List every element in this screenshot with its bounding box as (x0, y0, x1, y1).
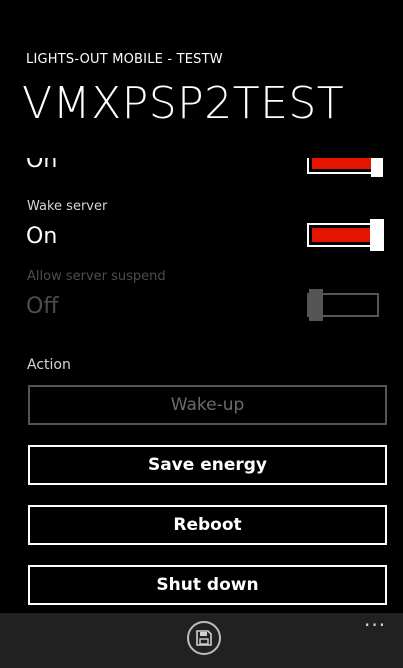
allow-suspend-value: Off (26, 294, 59, 319)
allow-suspend-toggle[interactable] (307, 289, 385, 321)
toggle-track (307, 223, 379, 247)
toggle-switch-partial[interactable] (307, 158, 385, 183)
toggle-fill (312, 158, 372, 169)
toggle-fill (312, 228, 374, 242)
floppy-disk-icon (196, 630, 212, 646)
toggle-thumb (370, 219, 384, 251)
wake-server-value: On (26, 224, 58, 249)
allow-suspend-label: Allow server suspend (27, 269, 166, 284)
app-label: LIGHTS-OUT MOBILE - TESTW (26, 52, 223, 67)
wake-server-label: Wake server (27, 199, 108, 214)
page-title: VMXPSP2TEST (22, 78, 345, 129)
save-energy-button[interactable]: Save energy (28, 445, 387, 485)
wake-server-toggle[interactable] (307, 219, 385, 251)
setting-value-partial: On (26, 158, 57, 178)
shut-down-button[interactable]: Shut down (28, 565, 387, 605)
toggle-track (307, 158, 377, 174)
toggle-thumb (371, 158, 383, 177)
app-bar: ... (0, 607, 403, 668)
save-button[interactable] (187, 621, 221, 655)
wake-up-button[interactable]: Wake-up (28, 385, 387, 425)
more-options-button[interactable]: ... (364, 607, 386, 631)
toggle-thumb (309, 289, 323, 321)
partial-value-text: On (26, 158, 58, 173)
action-label: Action (27, 357, 71, 373)
reboot-button[interactable]: Reboot (28, 505, 387, 545)
